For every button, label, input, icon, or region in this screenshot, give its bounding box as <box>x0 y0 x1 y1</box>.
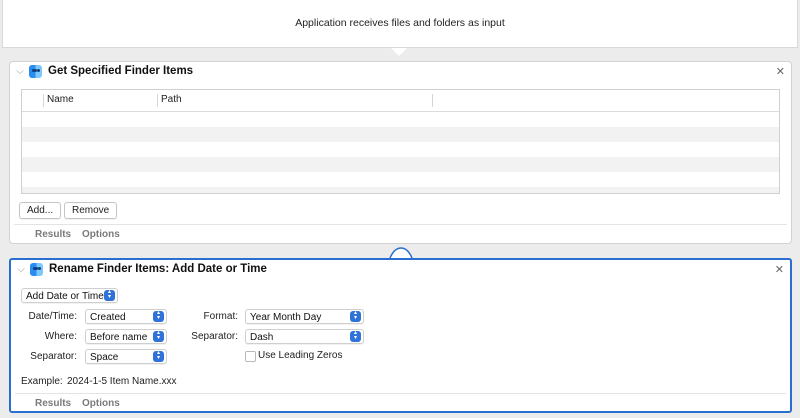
rename-mode-value: Add Date or Time <box>26 291 104 302</box>
leading-zeros-checkbox[interactable] <box>245 351 256 362</box>
popup-arrows-icon: ▴ ▾ <box>104 289 115 301</box>
tab-results[interactable]: Results <box>35 229 71 240</box>
rename-mode-popup[interactable]: Add Date or Time ▴ ▾ <box>21 288 118 303</box>
action-title: Get Specified Finder Items <box>48 65 194 77</box>
close-action-icon[interactable]: ✕ <box>776 65 785 78</box>
close-action-icon[interactable]: ✕ <box>775 263 784 276</box>
action-rename-finder-items[interactable]: ⌵ Rename Finder Items: Add Date or Time … <box>9 258 792 413</box>
add-button[interactable]: Add... <box>19 202 62 219</box>
finder-icon <box>29 65 42 78</box>
table-row[interactable] <box>22 172 779 187</box>
table-header: Name Path <box>22 90 779 112</box>
separator-popup[interactable]: Space ▴ ▾ <box>85 349 167 364</box>
workflow-input-header: Application receives files and folders a… <box>2 0 798 48</box>
date-time-popup[interactable]: Created ▴ ▾ <box>85 309 167 324</box>
table-row[interactable] <box>22 112 779 127</box>
tabs-divider <box>14 224 787 225</box>
action-title: Rename Finder Items: Add Date or Time <box>49 263 267 275</box>
table-row[interactable] <box>22 127 779 142</box>
date-separator-label: Separator: <box>191 331 238 342</box>
popup-arrows-icon: ▴ ▾ <box>153 330 164 342</box>
date-separator-value: Dash <box>250 332 274 343</box>
header-connector-notch <box>391 48 407 56</box>
date-time-label: Date/Time: <box>28 311 77 322</box>
popup-arrows-icon: ▴ ▾ <box>153 310 164 322</box>
date-separator-popup[interactable]: Dash ▴ ▾ <box>245 329 364 344</box>
disclosure-chevron-icon[interactable]: ⌵ <box>15 65 25 79</box>
example-value: 2024-1-5 Item Name.xxx <box>67 376 177 387</box>
finder-items-table[interactable]: Name Path <box>21 89 780 194</box>
action-header[interactable]: ⌵ Rename Finder Items: Add Date or Time … <box>11 260 790 282</box>
separator-label: Separator: <box>30 351 77 362</box>
finder-icon <box>30 263 43 276</box>
popup-arrows-icon: ▴ ▾ <box>350 310 361 322</box>
table-row[interactable] <box>22 187 779 193</box>
format-value: Year Month Day <box>250 312 322 323</box>
tab-options[interactable]: Options <box>82 398 120 409</box>
example-label: Example: <box>21 376 63 387</box>
popup-arrows-icon: ▴ ▾ <box>350 330 361 342</box>
tab-results[interactable]: Results <box>35 398 71 409</box>
disclosure-chevron-icon[interactable]: ⌵ <box>16 263 26 277</box>
leading-zeros-label[interactable]: Use Leading Zeros <box>258 350 343 361</box>
remove-button[interactable]: Remove <box>64 202 118 219</box>
column-divider <box>432 94 433 107</box>
action-get-specified-finder-items[interactable]: ⌵ Get Specified Finder Items ✕ Name Path… <box>9 61 792 244</box>
where-value: Before name <box>90 332 148 343</box>
where-popup[interactable]: Before name ▴ ▾ <box>85 329 167 344</box>
column-divider <box>43 94 44 107</box>
tab-options[interactable]: Options <box>82 229 120 240</box>
table-row[interactable] <box>22 157 779 172</box>
format-popup[interactable]: Year Month Day ▴ ▾ <box>245 309 364 324</box>
tabs-divider <box>15 393 786 394</box>
column-divider <box>157 94 158 107</box>
table-row[interactable] <box>22 142 779 157</box>
column-header-path[interactable]: Path <box>161 94 182 105</box>
column-header-name[interactable]: Name <box>47 94 74 105</box>
popup-arrows-icon: ▴ ▾ <box>153 350 164 362</box>
workflow-input-text: Application receives files and folders a… <box>295 17 505 29</box>
action-header[interactable]: ⌵ Get Specified Finder Items ✕ <box>10 62 791 84</box>
separator-value: Space <box>90 352 119 363</box>
where-label: Where: <box>44 331 77 342</box>
format-label: Format: <box>203 311 238 322</box>
date-time-value: Created <box>90 312 126 323</box>
